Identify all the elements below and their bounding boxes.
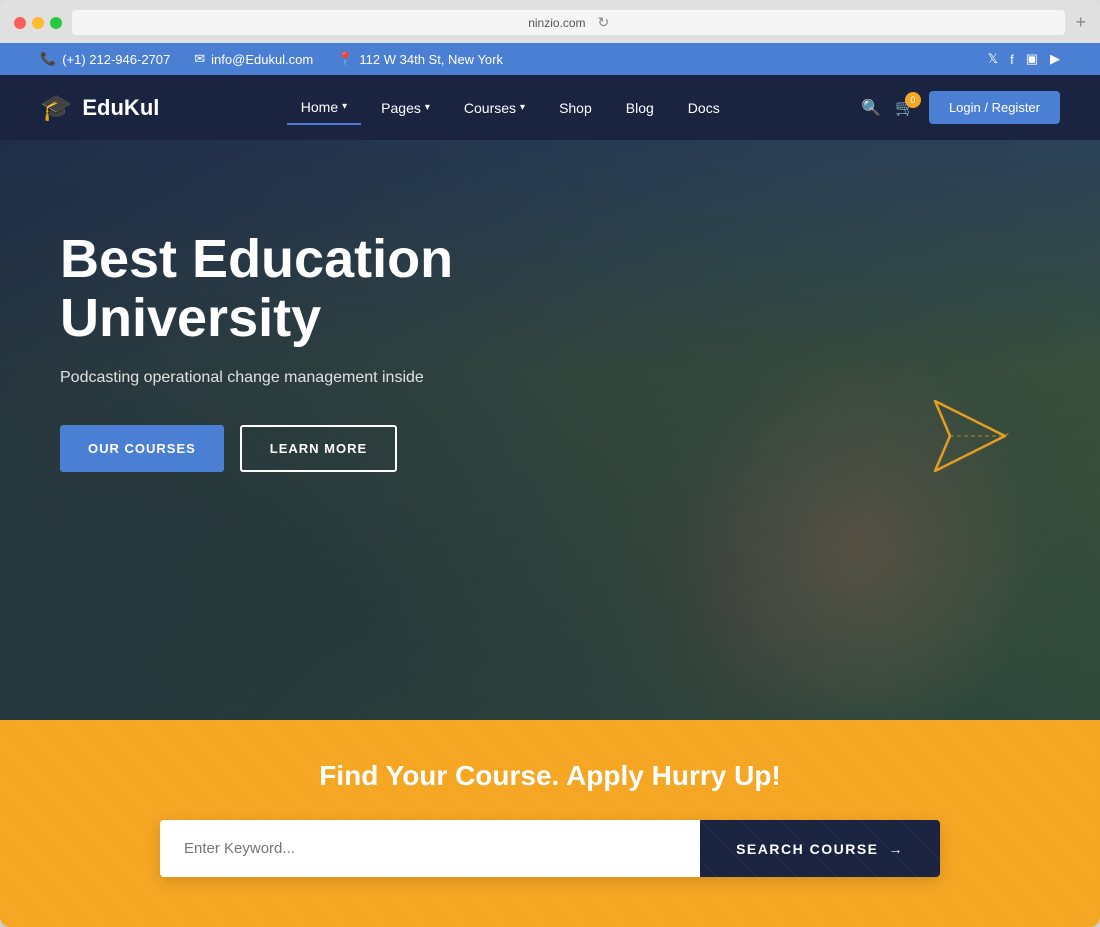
phone-icon: 📞 [40,51,56,67]
nav-courses[interactable]: Courses ▾ [450,92,539,124]
logo-text: EduKul [82,95,159,121]
minimize-button[interactable] [32,17,44,29]
main-navigation: 🎓 EduKul Home ▾ Pages ▾ Courses ▾ Shop B… [0,75,1100,140]
top-info-bar: 📞 (+1) 212-946-2707 ✉ info@Edukul.com 📍 … [0,43,1100,75]
facebook-icon[interactable]: f [1010,52,1014,67]
close-button[interactable] [14,17,26,29]
maximize-button[interactable] [50,17,62,29]
email-item: ✉ info@Edukul.com [194,51,313,67]
chevron-down-icon: ▾ [425,102,430,113]
chevron-down-icon: ▾ [342,101,347,112]
search-section-title: Find Your Course. Apply Hurry Up! [60,760,1040,792]
search-section: Find Your Course. Apply Hurry Up! SEARCH… [0,720,1100,927]
email-address: info@Edukul.com [211,52,313,67]
nav-blog[interactable]: Blog [612,92,668,124]
nav-home[interactable]: Home ▾ [287,91,361,125]
search-course-button[interactable]: SEARCH COURSE → [700,820,940,877]
hero-content: Best Education University Podcasting ope… [0,140,580,472]
instagram-icon[interactable]: ▣ [1026,51,1038,67]
nav-links: Home ▾ Pages ▾ Courses ▾ Shop Blog Docs [287,91,734,125]
nav-pages[interactable]: Pages ▾ [367,92,444,124]
phone-item: 📞 (+1) 212-946-2707 [40,51,170,67]
url-bar[interactable]: ninzio.com ↻ [72,10,1065,35]
nav-shop[interactable]: Shop [545,92,606,124]
nav-actions: 🔍 🛒 0 Login / Register [861,91,1060,124]
email-icon: ✉ [194,51,205,67]
hero-section: Best Education University Podcasting ope… [0,140,1100,720]
address-text: 112 W 34th St, New York [359,52,503,67]
arrow-icon: → [889,841,905,857]
twitter-icon[interactable]: 𝕏 [988,51,998,67]
hero-title: Best Education University [60,230,520,349]
chevron-down-icon: ▾ [520,102,525,113]
contact-info: 📞 (+1) 212-946-2707 ✉ info@Edukul.com 📍 … [40,51,503,67]
hero-buttons: OUR COURSES LEARN MORE [60,425,520,472]
search-button-label: SEARCH COURSE [736,841,878,857]
browser-chrome: ninzio.com ↻ + [0,0,1100,43]
cart-badge: 0 [905,92,921,108]
browser-window: ninzio.com ↻ + 📞 (+1) 212-946-2707 ✉ inf… [0,0,1100,927]
logo[interactable]: 🎓 EduKul [40,92,159,123]
youtube-icon[interactable]: ▶ [1050,51,1060,67]
our-courses-button[interactable]: OUR COURSES [60,425,224,472]
login-register-button[interactable]: Login / Register [929,91,1060,124]
search-bar: SEARCH COURSE → [160,820,940,877]
refresh-icon[interactable]: ↻ [598,14,610,31]
url-text: ninzio.com [528,16,585,30]
nav-docs[interactable]: Docs [674,92,734,124]
window-controls [14,17,62,29]
logo-icon: 🎓 [40,92,72,123]
search-icon[interactable]: 🔍 [861,98,881,118]
address-item: 📍 112 W 34th St, New York [337,51,503,67]
social-icons: 𝕏 f ▣ ▶ [988,51,1060,67]
phone-number: (+1) 212-946-2707 [62,52,170,67]
paper-plane-decoration [930,396,1010,481]
hero-subtitle: Podcasting operational change management… [60,369,520,387]
learn-more-button[interactable]: LEARN MORE [240,425,397,472]
location-icon: 📍 [337,51,353,67]
cart-wrapper[interactable]: 🛒 0 [895,98,915,118]
new-tab-button[interactable]: + [1075,12,1086,33]
search-input[interactable] [160,820,700,877]
